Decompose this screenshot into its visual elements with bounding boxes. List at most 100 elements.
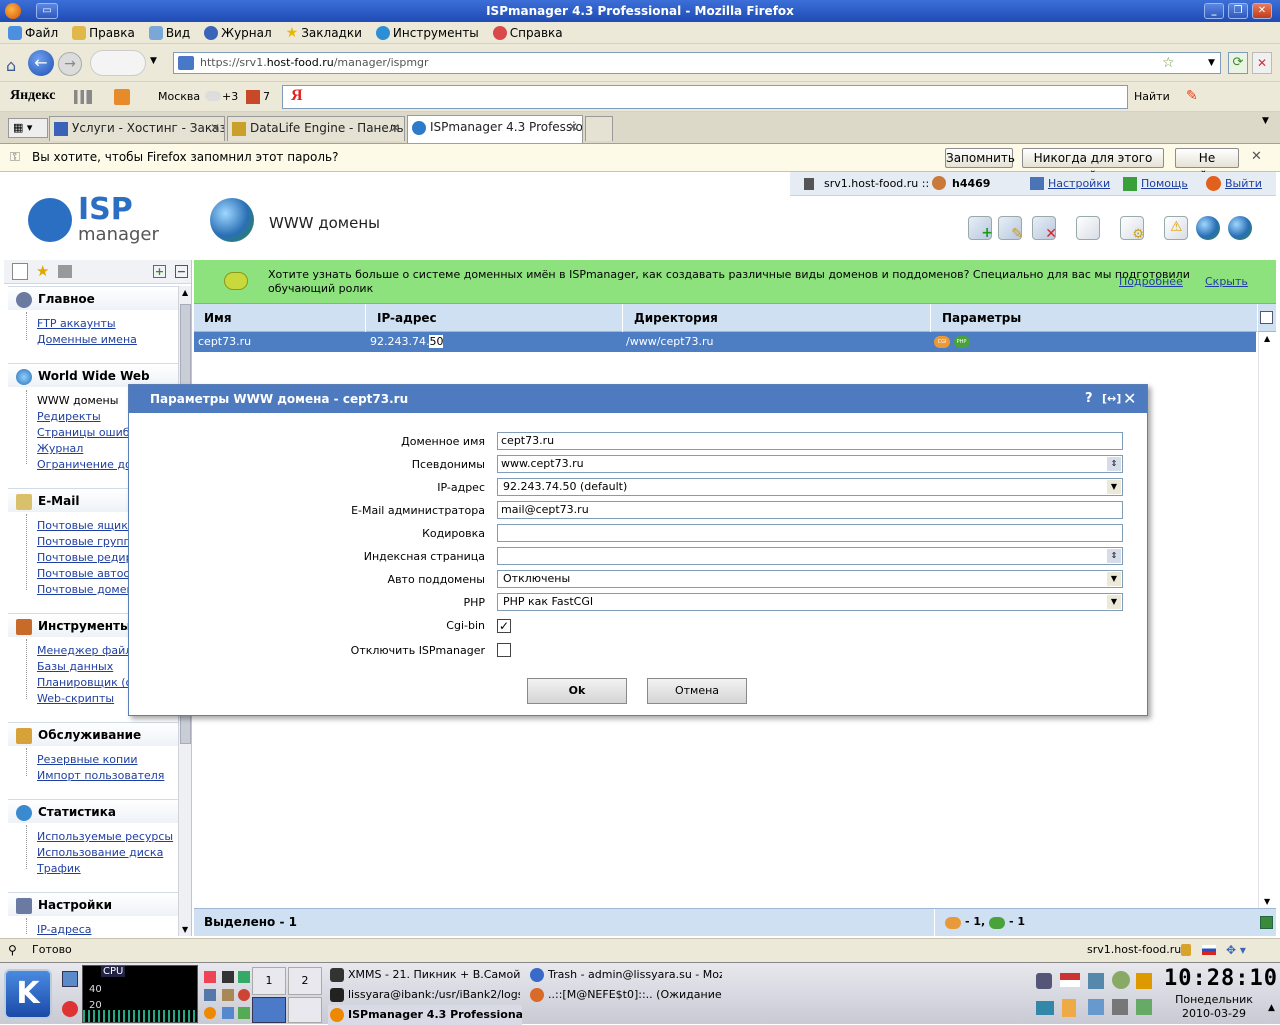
- sidebar-section-statistics[interactable]: Статистика: [8, 799, 180, 823]
- chevron-down-icon[interactable]: ▼: [150, 56, 157, 66]
- bookmark-star-icon[interactable]: ☆: [1162, 53, 1175, 73]
- list-view-icon[interactable]: [12, 263, 28, 280]
- tray-menu-arrow-icon[interactable]: ▲: [1268, 1003, 1275, 1013]
- addon-icon[interactable]: ✥ ▾: [1226, 939, 1246, 961]
- disable-isp-checkbox[interactable]: [497, 643, 511, 657]
- history-dropdown[interactable]: [90, 50, 146, 76]
- volume-icon[interactable]: [1036, 973, 1052, 989]
- column-directory[interactable]: Директория: [624, 304, 931, 332]
- expand-list-icon[interactable]: ⇕: [1107, 457, 1121, 471]
- chevron-down-icon[interactable]: ▼: [1107, 572, 1121, 586]
- task-thunderbird[interactable]: Trash - admin@lissyara.su - Mozilla T: [528, 965, 722, 985]
- globe-add-icon[interactable]: [1228, 216, 1252, 240]
- home-icon[interactable]: [204, 971, 216, 983]
- close-tab-icon[interactable]: ✕: [568, 116, 578, 138]
- cgi-bin-checkbox[interactable]: ✓: [497, 619, 511, 633]
- weather-label[interactable]: +3: [222, 90, 238, 103]
- sidebar-item-mail-autoreply[interactable]: Почтовые автоот: [37, 567, 137, 580]
- help-button[interactable]: ?: [1085, 385, 1093, 413]
- yandex-search-button[interactable]: Найти: [1134, 90, 1170, 103]
- site-identity-icon[interactable]: [178, 56, 194, 70]
- network-icon[interactable]: [238, 971, 250, 983]
- settings-gear-icon[interactable]: ⚙: [1120, 216, 1144, 242]
- sidebar-item-resources[interactable]: Используемые ресурсы: [37, 830, 173, 843]
- bookmarks-icon[interactable]: [58, 265, 72, 278]
- sidebar-item-mail-redirects[interactable]: Почтовые редире: [37, 551, 139, 564]
- table-row[interactable]: cept73.ru 92.243.74.50 /www/cept73.ru CG…: [194, 332, 1256, 352]
- dialog-close-icon[interactable]: ✕: [1123, 385, 1136, 413]
- menu-history[interactable]: Журнал: [204, 25, 272, 40]
- menu-edit[interactable]: Правка: [72, 25, 135, 40]
- sidebar-item-disk-usage[interactable]: Использование диска: [37, 846, 163, 859]
- logout-link[interactable]: Выйти: [1225, 177, 1262, 190]
- clock[interactable]: 10:28:10 Понедельник 2010-03-29: [1164, 965, 1277, 1025]
- scroll-down-arrow[interactable]: ▼: [1264, 897, 1270, 906]
- kde-menu-button[interactable]: K: [4, 969, 52, 1019]
- menu-file[interactable]: Файл: [8, 25, 58, 40]
- close-tab-icon[interactable]: ✕: [210, 117, 220, 139]
- printer-icon[interactable]: [1112, 999, 1128, 1015]
- index-page-field[interactable]: ⇕: [497, 547, 1123, 565]
- close-button[interactable]: ✕: [1252, 3, 1272, 19]
- terminal-icon[interactable]: [222, 971, 234, 983]
- sidebar-item-log[interactable]: Журнал: [37, 442, 83, 455]
- tab-list-icon[interactable]: ▦ ▾: [8, 118, 48, 138]
- menu-bookmarks[interactable]: ★ Закладки: [286, 25, 362, 41]
- aliases-field[interactable]: www.cept73.ru ⇕: [497, 455, 1123, 473]
- flag-icon[interactable]: [1202, 945, 1216, 955]
- sidebar-item-ip-addresses[interactable]: IP-адреса: [37, 923, 92, 936]
- display-icon[interactable]: [1088, 999, 1104, 1015]
- mail-count[interactable]: 7: [263, 90, 270, 103]
- encoding-field[interactable]: [497, 524, 1123, 542]
- column-settings-icon[interactable]: [1260, 311, 1273, 324]
- sidebar-item-traffic[interactable]: Трафик: [37, 862, 81, 875]
- sidebar-item-databases[interactable]: Базы данных: [37, 660, 113, 673]
- sidebar-item-access-limit[interactable]: Ограничение дос: [37, 458, 138, 471]
- firefox-icon[interactable]: [5, 3, 21, 19]
- more-link[interactable]: Подробнее: [1119, 275, 1183, 288]
- help-link[interactable]: Помощь: [1141, 177, 1188, 190]
- not-now-button[interactable]: Не сейчас: [1175, 148, 1239, 183]
- updates-icon[interactable]: [1112, 971, 1130, 989]
- back-button[interactable]: ←: [28, 50, 54, 76]
- task-firefox[interactable]: ISPmanager 4.3 Professional -: [328, 1005, 522, 1025]
- favorites-icon[interactable]: ★: [36, 262, 49, 280]
- shutdown-icon[interactable]: [62, 1001, 78, 1017]
- minimize-button[interactable]: _: [1204, 3, 1224, 19]
- show-desktop-icon[interactable]: [62, 971, 78, 987]
- expand-all-icon[interactable]: +: [153, 265, 166, 278]
- ip-address-select[interactable]: 92.243.74.50 (default) ▼: [497, 478, 1123, 496]
- chevron-down-icon[interactable]: ▼: [1107, 595, 1121, 609]
- scroll-up-arrow[interactable]: ▲: [1264, 334, 1270, 343]
- delete-domain-icon[interactable]: ✕: [1032, 216, 1057, 242]
- tab-list-arrow-icon[interactable]: ▼: [1262, 116, 1269, 126]
- desktop-3[interactable]: [252, 997, 286, 1023]
- php-select[interactable]: PHP как FastCGI ▼: [497, 593, 1123, 611]
- menu-view[interactable]: Вид: [148, 25, 190, 40]
- task-chat[interactable]: ..::[M@NEFE$t0]::.. (Ожидание ав: [528, 985, 722, 1005]
- close-tab-icon[interactable]: ✕: [390, 117, 400, 139]
- signal-icon[interactable]: [74, 90, 92, 104]
- rss-icon[interactable]: [114, 89, 130, 105]
- chevron-down-icon[interactable]: ▼: [1208, 53, 1215, 73]
- desktop-1[interactable]: 1: [252, 967, 286, 995]
- admin-email-field[interactable]: mail@cept73.ru: [497, 501, 1123, 519]
- settings-icon[interactable]: [204, 989, 216, 1001]
- sidebar-section-main[interactable]: Главное: [8, 286, 180, 310]
- ok-button[interactable]: Ok: [527, 678, 627, 704]
- new-tab-button[interactable]: [585, 116, 613, 141]
- auto-subdomains-select[interactable]: Отключены ▼: [497, 570, 1123, 588]
- log-icon[interactable]: [1076, 216, 1100, 240]
- collapse-all-icon[interactable]: −: [175, 265, 188, 278]
- battery-icon[interactable]: [1136, 999, 1152, 1015]
- hide-link[interactable]: Скрыть: [1205, 275, 1248, 288]
- tab-ispmanager[interactable]: ISPmanager 4.3 Professio... ✕: [407, 115, 583, 143]
- browser-icon[interactable]: [238, 989, 250, 1001]
- network-icon[interactable]: [1088, 973, 1104, 989]
- sidebar-item-web-scripts[interactable]: Web-скрипты: [37, 692, 114, 705]
- sidebar-item-domain-names[interactable]: Доменные имена: [37, 333, 137, 346]
- desktop-4[interactable]: [288, 997, 322, 1023]
- firefox-icon[interactable]: [204, 1007, 216, 1019]
- expand-button[interactable]: [↔]: [1102, 385, 1121, 413]
- settings-link[interactable]: Настройки: [1048, 177, 1110, 190]
